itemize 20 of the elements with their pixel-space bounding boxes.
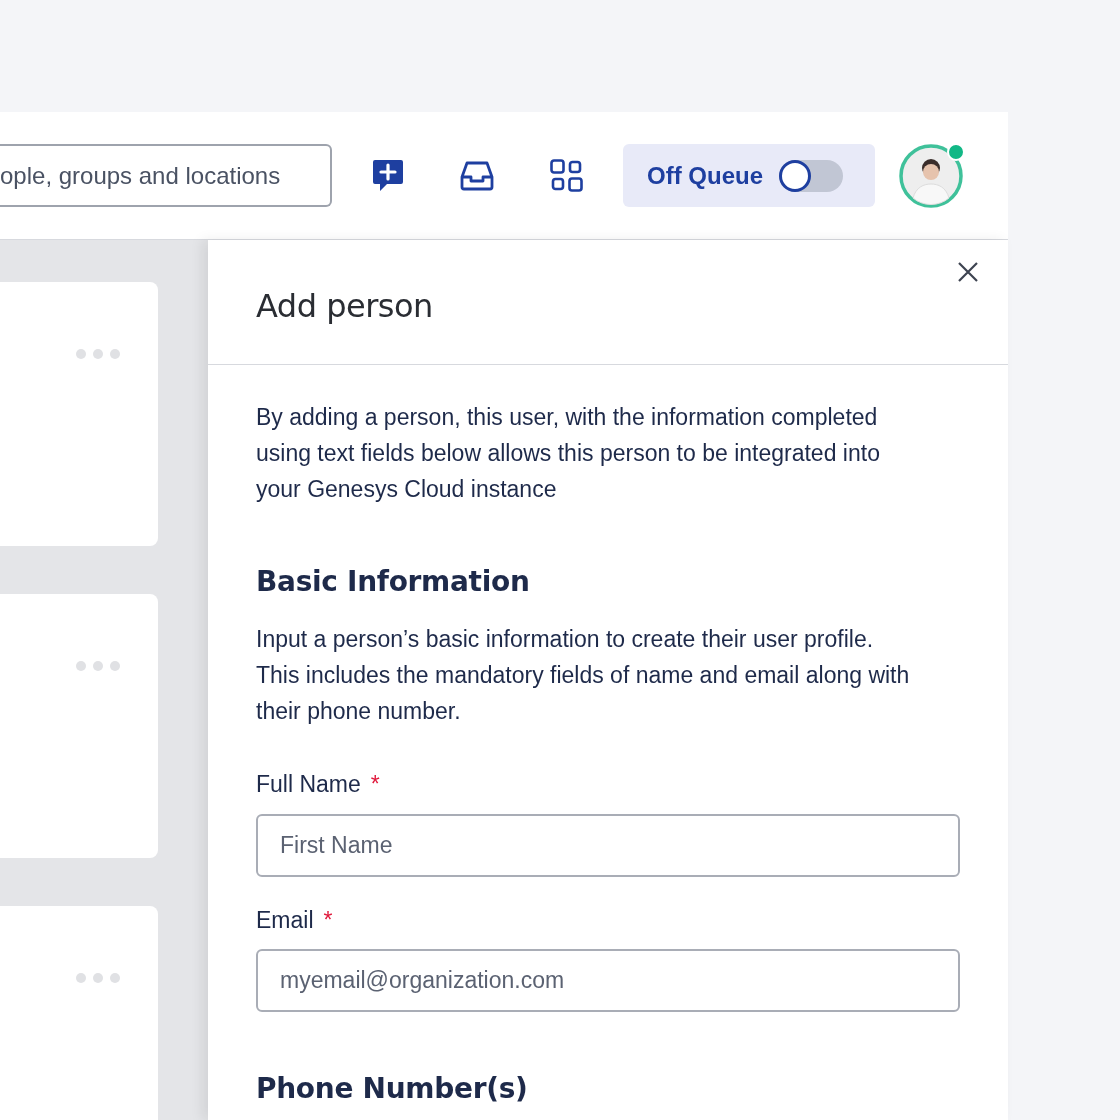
inbox-icon[interactable] (460, 160, 494, 191)
required-mark: * (323, 905, 333, 935)
search-field[interactable]: ople, groups and locations (0, 144, 332, 207)
intro-text: By adding a person, this user, with the information completed using text fields below allows this person to be integrated into your Genesys Cloud instance (256, 403, 881, 504)
section-description: Input a person’s basic information to create their user profile. This includes the mandatory fields of name and email along with their phone number. (256, 625, 911, 726)
add-chat-icon[interactable] (372, 158, 404, 193)
section-heading: Phone Number(s) (256, 1071, 529, 1107)
input-field[interactable]: First Name (256, 813, 960, 877)
field-label: Email (256, 905, 314, 935)
toggle-track[interactable] (779, 159, 843, 192)
section-heading: Basic Information (256, 564, 531, 600)
avatar[interactable] (899, 143, 963, 208)
apps-grid-icon[interactable] (550, 159, 583, 192)
required-mark: * (370, 770, 380, 799)
queue-toggle[interactable]: Off Queue (623, 144, 875, 207)
field-label: Full Name (256, 770, 361, 799)
input-field[interactable]: myemail@organization.com (256, 949, 960, 1012)
close-icon[interactable] (958, 262, 978, 282)
panel-title: Add person (256, 286, 433, 327)
queue-label: Off Queue (647, 160, 763, 191)
